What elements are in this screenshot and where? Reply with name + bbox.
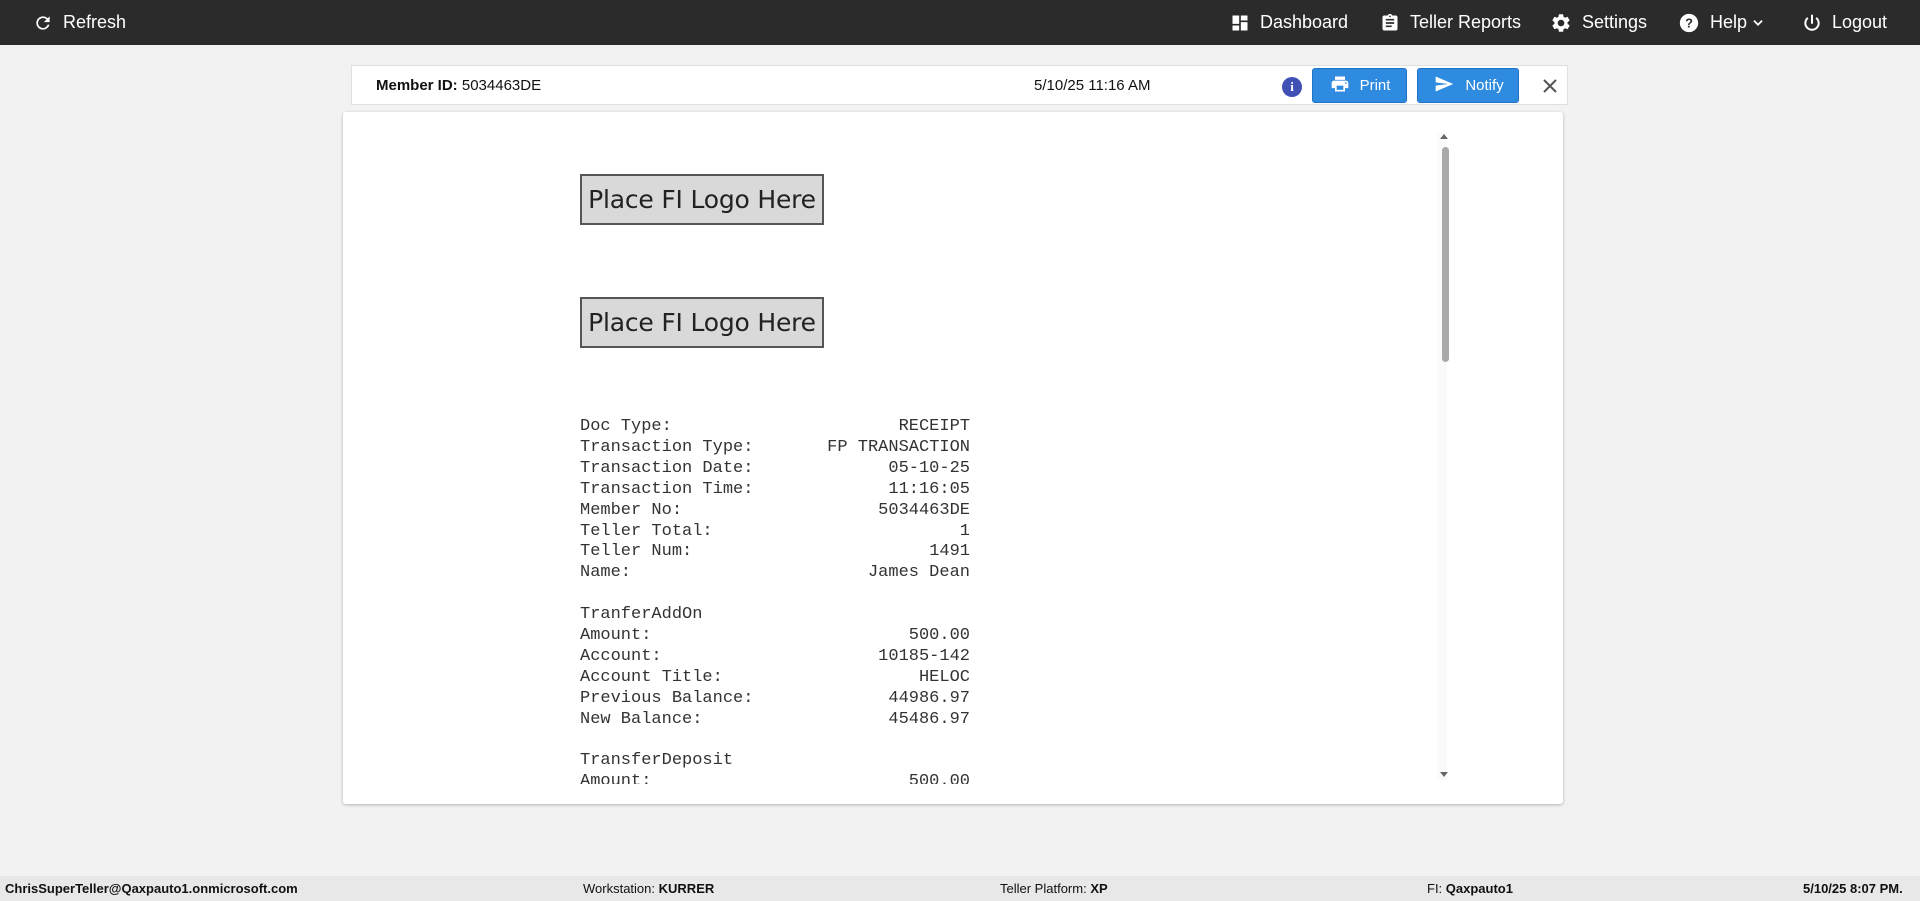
- receipt-row: Member No: 5034463DE: [580, 500, 970, 520]
- receipt-row: Teller Num: 1491: [580, 542, 970, 562]
- print-label: Print: [1359, 77, 1391, 94]
- notify-button[interactable]: Notify: [1417, 68, 1519, 103]
- help-label: Help: [1710, 12, 1748, 32]
- receipt-row: Previous Balance: 44986.97: [580, 688, 970, 708]
- receipt-row: Transaction Date: 05-10-25: [580, 458, 970, 478]
- document-header: Member ID: 5034463DE 5/10/25 11:16 AM i …: [351, 65, 1568, 105]
- receipt-row: Doc Type: RECEIPT: [580, 417, 970, 436]
- teller-reports-label: Teller Reports: [1410, 12, 1522, 32]
- status-bar: ChrisSuperTeller@Qaxpauto1.onmicrosoft.c…: [0, 876, 1920, 901]
- receipt-row: Transaction Time: 11:16:05: [580, 479, 970, 499]
- receipt-preview-panel: Place FI Logo Here Place FI Logo Here Do…: [343, 112, 1563, 804]
- fi-logo-placeholder-1: Place FI Logo Here: [580, 174, 824, 225]
- document-datetime: 5/10/25 11:16 AM: [1034, 77, 1151, 94]
- info-icon[interactable]: i: [1282, 77, 1302, 97]
- member-id: Member ID: 5034463DE: [376, 77, 541, 94]
- close-icon[interactable]: [1538, 74, 1562, 98]
- gear-icon: [1550, 12, 1572, 34]
- receipt-row: Teller Total: 1: [580, 521, 970, 541]
- fi-logo-placeholder-2: Place FI Logo Here: [580, 297, 824, 348]
- settings-label: Settings: [1582, 12, 1648, 32]
- status-workstation: Workstation: KURRER: [583, 881, 715, 896]
- dashboard-button[interactable]: Dashboard: [1230, 0, 1348, 45]
- status-teller-platform: Teller Platform: XP: [1000, 881, 1108, 896]
- member-id-label: Member ID:: [376, 77, 458, 94]
- teller-reports-button[interactable]: Teller Reports: [1380, 0, 1521, 45]
- dashboard-icon: [1230, 13, 1250, 33]
- status-user: ChrisSuperTeller@Qaxpauto1.onmicrosoft.c…: [5, 881, 298, 896]
- logout-button[interactable]: Logout: [1802, 0, 1887, 45]
- dashboard-label: Dashboard: [1260, 12, 1349, 32]
- receipt-text: Doc Type: RECEIPT Transaction Type: FP TRA…: [580, 417, 970, 784]
- receipt-row: Amount: 500.00: [580, 772, 970, 784]
- scroll-up-arrow-icon[interactable]: [1440, 134, 1448, 139]
- clipboard-icon: [1380, 12, 1400, 34]
- refresh-button[interactable]: Refresh: [33, 0, 126, 45]
- receipt-row: Name: James Dean: [580, 563, 970, 583]
- receipt-viewport[interactable]: Place FI Logo Here Place FI Logo Here Do…: [343, 112, 1453, 784]
- svg-text:?: ?: [1685, 15, 1693, 30]
- receipt-row: Transaction Type: FP TRANSACTION: [580, 437, 970, 457]
- printer-icon: [1329, 74, 1351, 98]
- status-fi: FI: Qaxpauto1: [1427, 881, 1513, 896]
- notify-label: Notify: [1465, 77, 1504, 94]
- scroll-down-arrow-icon[interactable]: [1440, 772, 1448, 777]
- receipt-row: New Balance: 45486.97: [580, 709, 970, 729]
- receipt-section-title: TranferAddOn: [580, 605, 703, 625]
- refresh-label: Refresh: [63, 12, 127, 32]
- receipt-row: Account: 10185-142: [580, 646, 970, 666]
- settings-button[interactable]: Settings: [1550, 0, 1647, 45]
- send-icon: [1432, 74, 1456, 98]
- status-datetime: 5/10/25 8:07 PM.: [1803, 881, 1903, 896]
- receipt-row: Amount: 500.00: [580, 626, 970, 646]
- power-icon: [1802, 13, 1822, 33]
- chevron-down-icon: [1751, 16, 1765, 30]
- refresh-icon: [33, 13, 53, 33]
- help-menu-button[interactable]: ? Help: [1678, 0, 1765, 45]
- member-id-value: 5034463DE: [461, 77, 542, 94]
- receipt-row: Account Title: HELOC: [580, 667, 970, 687]
- print-button[interactable]: Print: [1312, 68, 1407, 103]
- logout-label: Logout: [1832, 12, 1888, 32]
- top-navigation-bar: Refresh Dashboard Teller Reports Setting…: [0, 0, 1920, 45]
- help-icon: ?: [1678, 12, 1700, 34]
- scrollbar-thumb[interactable]: [1442, 147, 1449, 362]
- receipt-section-title: TransferDeposit: [580, 751, 734, 771]
